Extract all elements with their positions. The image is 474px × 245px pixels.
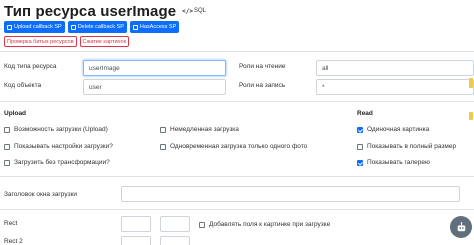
rect2-label: Rect 2 xyxy=(4,238,23,245)
divider xyxy=(0,101,474,102)
save-icon xyxy=(7,24,12,30)
write-roles-label: Роли на запись xyxy=(239,82,286,89)
checkbox[interactable] xyxy=(4,143,10,150)
upload-option-single-photo[interactable]: Одновременная загрузка только одного фот… xyxy=(160,143,307,150)
scroll-marker xyxy=(469,112,473,120)
object-code-label: Код объекта xyxy=(4,82,42,89)
read-option-gallery[interactable]: Показывать галерею xyxy=(357,159,430,166)
divider xyxy=(0,209,474,210)
rect-height-input[interactable] xyxy=(160,216,190,232)
checkbox[interactable] xyxy=(357,143,363,150)
checkbox[interactable] xyxy=(160,143,166,150)
rect-label: Rect xyxy=(4,220,18,227)
read-section-title: Read xyxy=(357,110,373,117)
upload-window-title-label: Заголовок окна загрузки xyxy=(4,191,78,198)
read-roles-input[interactable]: all xyxy=(316,60,474,76)
checkbox[interactable] xyxy=(199,221,205,228)
sql-label: SQL xyxy=(194,8,207,14)
checkbox[interactable] xyxy=(4,159,10,166)
upload-option-enable[interactable]: Возможность загрузки (Upload) xyxy=(4,126,108,133)
resource-type-code-label: Код типа ресурса xyxy=(4,63,57,70)
upload-callback-sp-button[interactable]: Upload callback SP xyxy=(4,21,65,33)
rect2-width-input[interactable] xyxy=(121,236,151,245)
read-option-full-size[interactable]: Показывать в полный размер xyxy=(357,143,456,150)
upload-section-title: Upload xyxy=(4,110,27,117)
object-code-input[interactable]: user xyxy=(83,79,226,95)
upload-option-show-settings[interactable]: Показывать настройки загрузки? xyxy=(4,143,113,150)
read-roles-label: Роли на чтение xyxy=(239,63,286,70)
secondary-toolbar: Проверка битых ресурсов Сжатие картинок xyxy=(4,36,130,47)
upload-window-title-input[interactable] xyxy=(121,186,460,202)
primary-toolbar: Upload callback SP Delete callback SP Ha… xyxy=(4,21,180,33)
rect-width-input[interactable] xyxy=(121,216,151,232)
read-option-single-image[interactable]: Одиночная картинка xyxy=(357,126,429,133)
divider xyxy=(0,51,474,52)
save-icon xyxy=(70,24,76,30)
check-broken-resources-button[interactable]: Проверка битых ресурсов xyxy=(4,36,77,47)
code-icon: </> xyxy=(182,7,194,15)
page-header: Тип ресурса userImage </> SQL xyxy=(4,1,206,21)
page-title: Тип ресурса userImage xyxy=(4,2,177,20)
write-roles-input[interactable]: * xyxy=(316,79,474,95)
divider xyxy=(0,176,474,177)
checkbox-checked[interactable] xyxy=(357,126,363,133)
rect2-height-input[interactable] xyxy=(160,236,190,245)
checkbox[interactable] xyxy=(160,126,166,133)
checkbox-checked[interactable] xyxy=(357,159,363,166)
bot-icon xyxy=(457,221,465,231)
add-fields-option[interactable]: Добавлять поля к картинке при загрузке xyxy=(199,221,330,228)
save-icon xyxy=(132,24,138,30)
checkbox[interactable] xyxy=(4,126,10,133)
compress-images-button[interactable]: Сжатие картинок xyxy=(79,36,130,47)
sql-link[interactable]: </> SQL xyxy=(182,8,206,15)
upload-option-immediate[interactable]: Немедленная загрузка xyxy=(160,126,239,133)
floating-action-button[interactable] xyxy=(450,216,472,238)
delete-callback-sp-button[interactable]: Delete callback SP xyxy=(67,21,127,33)
hasaccess-sp-button[interactable]: HasAccess SP xyxy=(129,21,180,33)
scroll-marker xyxy=(469,78,473,88)
resource-type-code-input[interactable]: userImage xyxy=(83,60,226,76)
upload-option-no-transform[interactable]: Загрузить без трансформации? xyxy=(4,159,110,166)
